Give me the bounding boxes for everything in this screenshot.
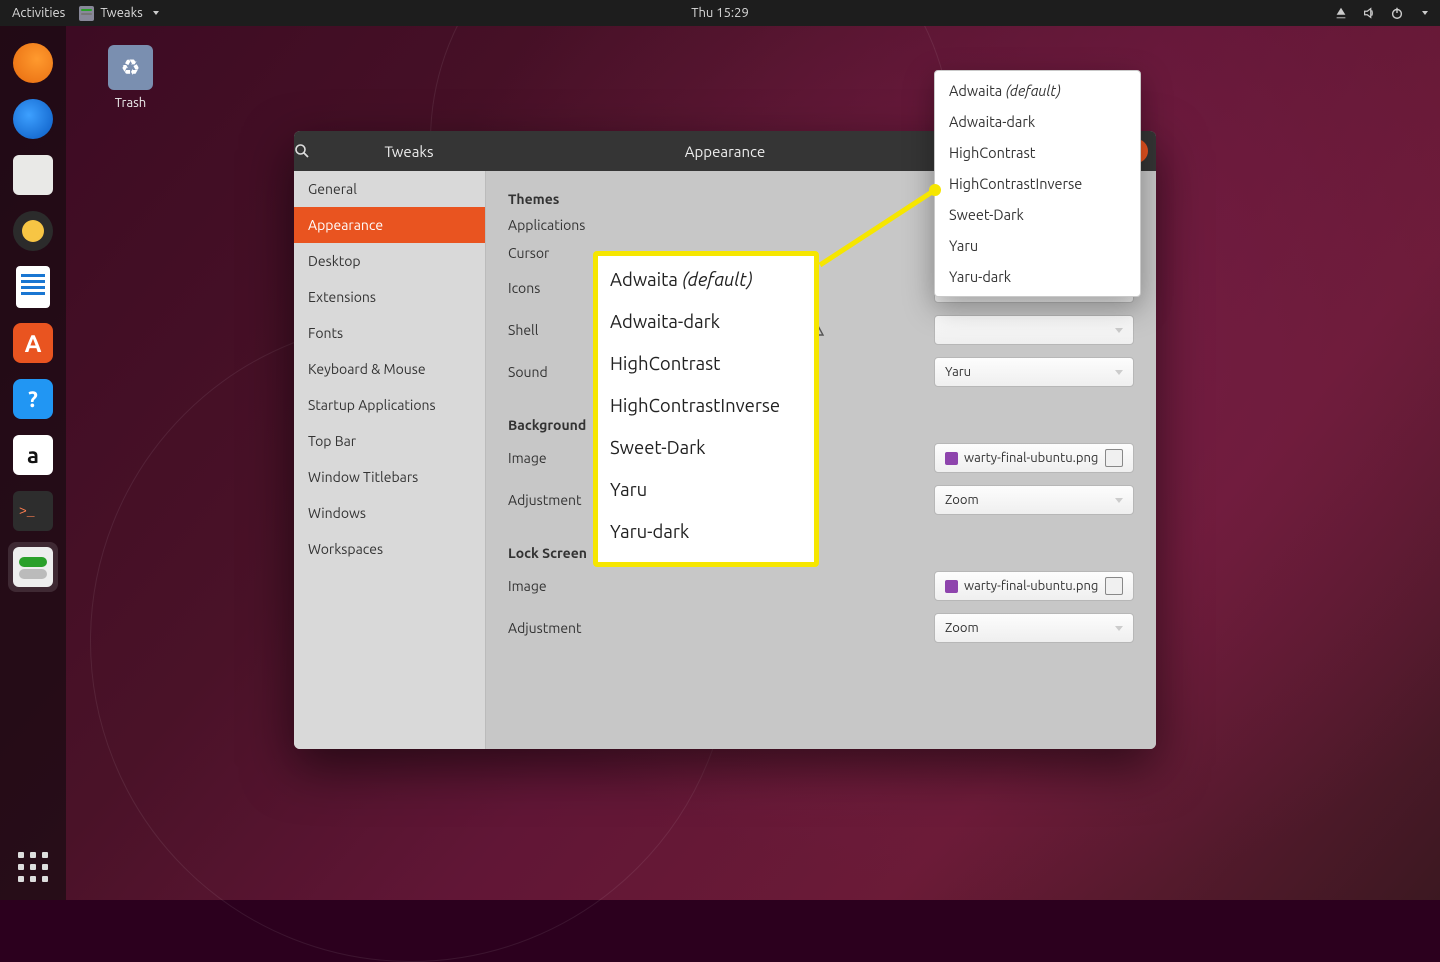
sidebar-item-top-bar[interactable]: Top Bar bbox=[294, 423, 485, 459]
chevron-down-icon bbox=[1115, 328, 1123, 333]
ls-adjustment-value: Zoom bbox=[945, 621, 979, 635]
ls-image-button[interactable]: warty-final-ubuntu.png bbox=[934, 571, 1134, 601]
dropdown-item-highcontrastinverse[interactable]: HighContrastInverse bbox=[935, 168, 1140, 199]
dropdown-item-adwaita-dark[interactable]: Adwaita-dark bbox=[935, 106, 1140, 137]
ls-image-value: warty-final-ubuntu.png bbox=[964, 579, 1098, 593]
file-browse-icon bbox=[1105, 577, 1123, 595]
callout-item: HighContrast bbox=[610, 354, 802, 374]
sidebar-item-fonts[interactable]: Fonts bbox=[294, 315, 485, 351]
file-browse-icon bbox=[1105, 449, 1123, 467]
ls-adjustment-combo[interactable]: Zoom bbox=[934, 613, 1134, 643]
search-icon bbox=[294, 143, 310, 159]
volume-icon[interactable] bbox=[1362, 6, 1376, 20]
dock-item-files[interactable] bbox=[8, 150, 58, 200]
dropdown-item-yaru[interactable]: Yaru bbox=[935, 230, 1140, 261]
sidebar-item-desktop[interactable]: Desktop bbox=[294, 243, 485, 279]
bg-image-value: warty-final-ubuntu.png bbox=[964, 451, 1098, 465]
bg-image-button[interactable]: warty-final-ubuntu.png bbox=[934, 443, 1134, 473]
titlebar-main-title: Appearance bbox=[685, 143, 765, 160]
applications-label: Applications bbox=[508, 217, 708, 233]
dock-item-thunderbird[interactable] bbox=[8, 94, 58, 144]
sound-combo-value: Yaru bbox=[945, 365, 971, 379]
sound-combo[interactable]: Yaru bbox=[934, 357, 1134, 387]
chevron-down-icon bbox=[1115, 626, 1123, 631]
bg-adjustment-combo[interactable]: Zoom bbox=[934, 485, 1134, 515]
callout-highlight: Adwaita (default) Adwaita-dark HighContr… bbox=[593, 251, 819, 567]
clock[interactable]: Thu 15:29 bbox=[691, 6, 749, 20]
dropdown-item-yaru-dark[interactable]: Yaru-dark bbox=[935, 261, 1140, 292]
trash-icon: ♻ bbox=[108, 45, 153, 90]
writer-icon bbox=[16, 266, 50, 308]
ls-image-label: Image bbox=[508, 578, 708, 594]
sidebar-item-workspaces[interactable]: Workspaces bbox=[294, 531, 485, 567]
amazon-icon: a bbox=[13, 435, 53, 475]
firefox-icon bbox=[13, 43, 53, 83]
dock-item-terminal[interactable]: >_ bbox=[8, 486, 58, 536]
search-button[interactable] bbox=[294, 143, 334, 159]
dock: A ? a >_ bbox=[0, 26, 66, 900]
dropdown-item-sweet-dark[interactable]: Sweet-Dark bbox=[935, 199, 1140, 230]
rhythmbox-icon bbox=[13, 211, 53, 251]
sidebar: General Appearance Desktop Extensions Fo… bbox=[294, 171, 486, 749]
help-icon: ? bbox=[13, 379, 53, 419]
titlebar-sidebar-title: Tweaks bbox=[334, 143, 484, 160]
sidebar-item-appearance[interactable]: Appearance bbox=[294, 207, 485, 243]
callout-item: Sweet-Dark bbox=[610, 438, 802, 458]
image-file-icon bbox=[945, 452, 958, 465]
chevron-down-icon bbox=[1115, 498, 1123, 503]
chevron-down-icon bbox=[1115, 370, 1123, 375]
bg-adjustment-value: Zoom bbox=[945, 493, 979, 507]
tweaks-menu-icon bbox=[79, 6, 94, 21]
ls-adjustment-label: Adjustment bbox=[508, 620, 708, 636]
applications-dropdown: Adwaita (default) Adwaita-dark HighContr… bbox=[934, 70, 1141, 297]
trash-label: Trash bbox=[108, 96, 153, 110]
dropdown-item-adwaita[interactable]: Adwaita (default) bbox=[935, 75, 1140, 106]
power-icon[interactable] bbox=[1390, 6, 1404, 20]
desktop-trash[interactable]: ♻ Trash bbox=[108, 45, 153, 110]
system-menu-chevron-icon[interactable] bbox=[1422, 11, 1428, 15]
files-icon bbox=[13, 155, 53, 195]
tweaks-icon bbox=[13, 547, 53, 587]
sidebar-item-extensions[interactable]: Extensions bbox=[294, 279, 485, 315]
image-file-icon bbox=[945, 580, 958, 593]
network-icon[interactable] bbox=[1334, 6, 1348, 20]
callout-item: HighContrastInverse bbox=[610, 396, 802, 416]
top-bar: Activities Tweaks Thu 15:29 bbox=[0, 0, 1440, 26]
shell-combo[interactable] bbox=[934, 315, 1134, 345]
app-menu-label: Tweaks bbox=[100, 6, 142, 20]
terminal-icon: >_ bbox=[13, 491, 53, 531]
callout-item: Adwaita-dark bbox=[610, 312, 802, 332]
dropdown-item-highcontrast[interactable]: HighContrast bbox=[935, 137, 1140, 168]
sidebar-item-window-titlebars[interactable]: Window Titlebars bbox=[294, 459, 485, 495]
dock-item-tweaks[interactable] bbox=[8, 542, 58, 592]
sidebar-item-startup-applications[interactable]: Startup Applications bbox=[294, 387, 485, 423]
dock-item-help[interactable]: ? bbox=[8, 374, 58, 424]
dock-item-rhythmbox[interactable] bbox=[8, 206, 58, 256]
chevron-down-icon bbox=[153, 11, 159, 15]
dock-item-software[interactable]: A bbox=[8, 318, 58, 368]
sidebar-item-windows[interactable]: Windows bbox=[294, 495, 485, 531]
show-applications-button[interactable] bbox=[0, 852, 66, 882]
dock-item-amazon[interactable]: a bbox=[8, 430, 58, 480]
callout-item: Yaru bbox=[610, 480, 802, 500]
activities-button[interactable]: Activities bbox=[12, 6, 65, 20]
software-icon: A bbox=[13, 323, 53, 363]
dock-item-firefox[interactable] bbox=[8, 38, 58, 88]
callout-item: Adwaita (default) bbox=[610, 270, 802, 290]
sidebar-item-keyboard-mouse[interactable]: Keyboard & Mouse bbox=[294, 351, 485, 387]
thunderbird-icon bbox=[13, 99, 53, 139]
app-menu[interactable]: Tweaks bbox=[79, 6, 158, 21]
sidebar-item-general[interactable]: General bbox=[294, 171, 485, 207]
callout-item: Yaru-dark bbox=[610, 522, 802, 542]
dock-item-writer[interactable] bbox=[8, 262, 58, 312]
